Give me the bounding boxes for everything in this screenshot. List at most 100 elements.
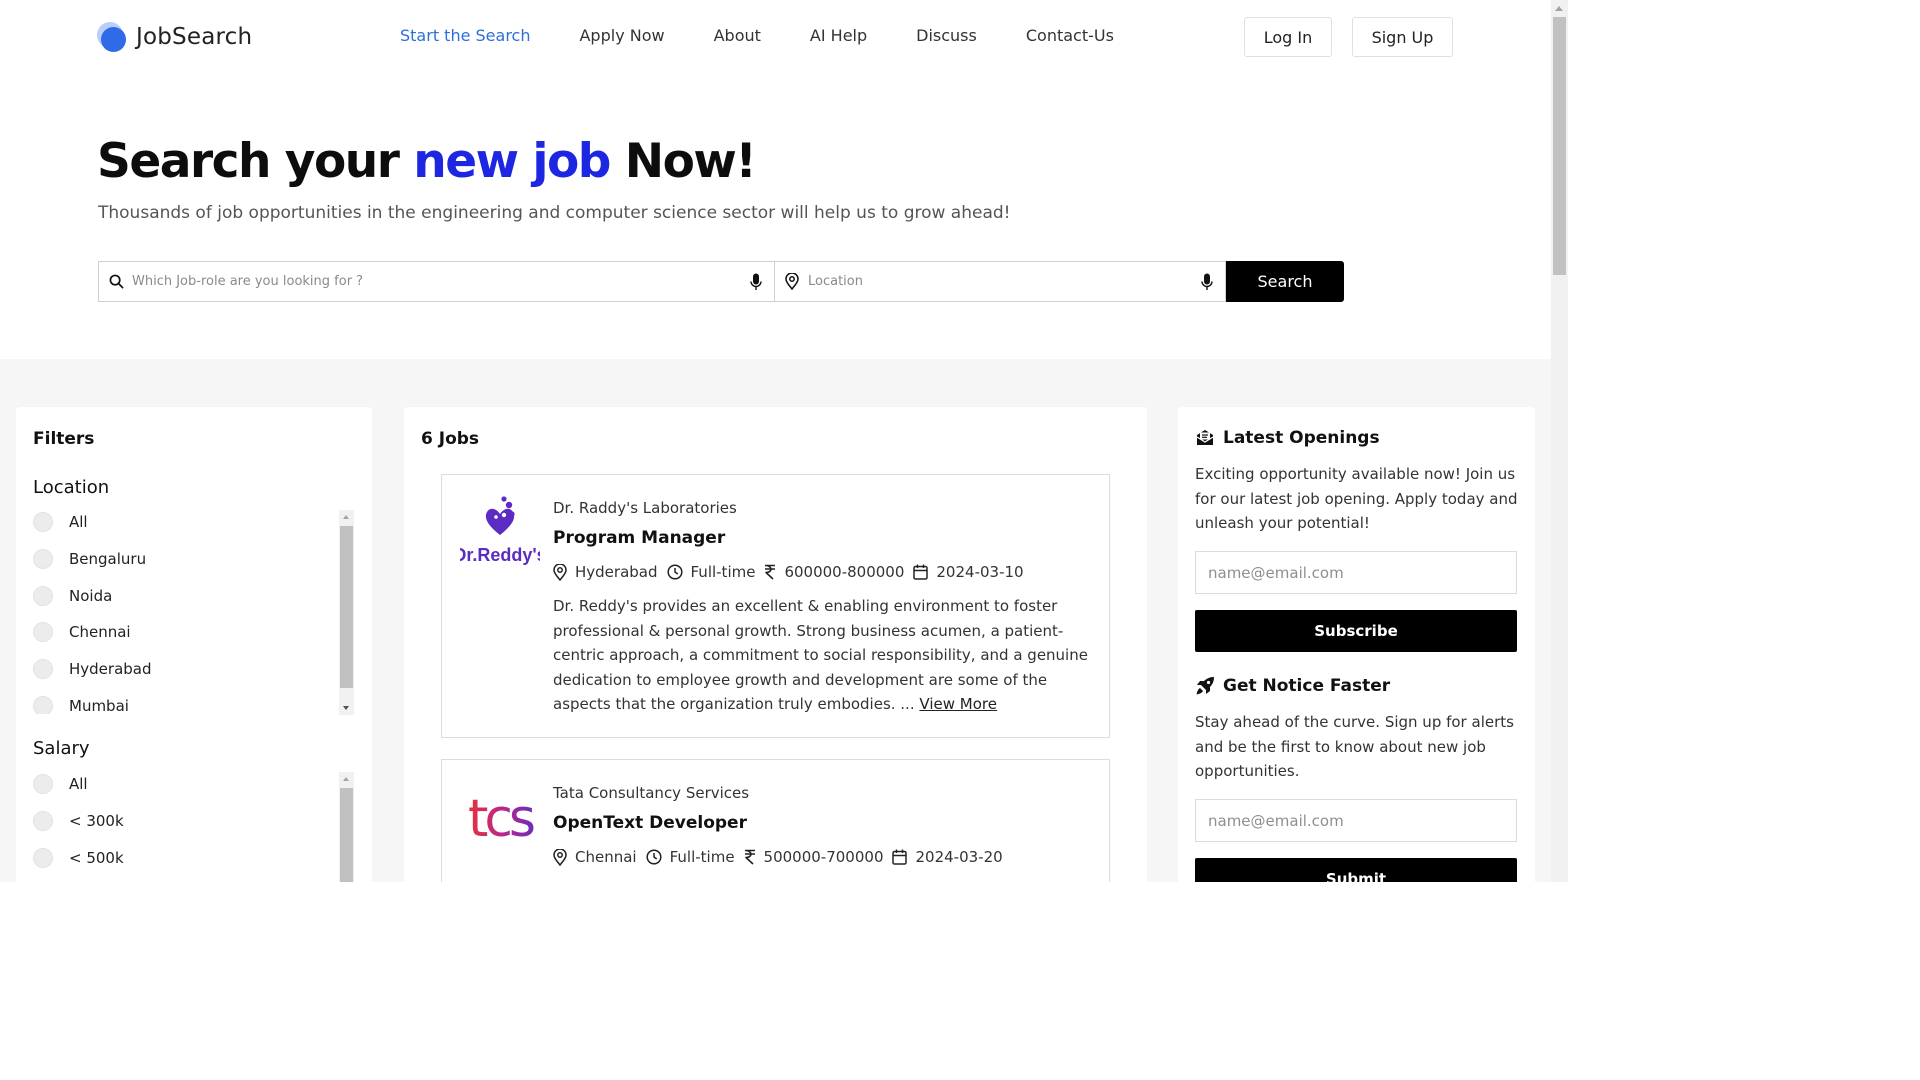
option-label: Noida: [69, 586, 113, 605]
nav-discuss[interactable]: Discuss: [916, 26, 977, 45]
location-option-mumbai[interactable]: Mumbai: [33, 694, 355, 714]
location-filter-title: Location: [33, 477, 110, 498]
location-field: [775, 261, 1226, 302]
job-date: 2024-03-10: [913, 563, 1024, 581]
brand-logo-icon: [97, 22, 127, 52]
hero-subtitle: Thousands of job opportunities in the en…: [98, 203, 1011, 223]
clock-icon: [646, 849, 662, 865]
submit-button[interactable]: Submit: [1195, 858, 1517, 882]
page-scrollbar[interactable]: [1551, 0, 1568, 882]
job-date: 2024-03-20: [892, 848, 1003, 866]
clock-icon: [666, 564, 683, 580]
filters-title: Filters: [33, 429, 95, 449]
sidebar-panel: Latest Openings Exciting opportunity ava…: [1178, 407, 1535, 882]
rupee-icon: [744, 849, 755, 865]
search-button[interactable]: Search: [1226, 261, 1344, 302]
salary-option-500k[interactable]: < 500k: [33, 846, 355, 882]
alert-email-input[interactable]: [1195, 799, 1517, 842]
job-type: Full-time: [666, 563, 755, 581]
radio-button[interactable]: [33, 622, 53, 643]
hero-title-part1: Search your: [97, 134, 414, 189]
mic-icon[interactable]: [1197, 272, 1217, 292]
option-label: < 500k: [69, 848, 124, 867]
company-name: Dr. Raddy's Laboratories: [553, 499, 737, 517]
nav-start-search[interactable]: Start the Search: [400, 26, 530, 45]
option-label: Bengaluru: [69, 549, 147, 568]
brand-name: JobSearch: [136, 24, 253, 50]
option-label: Mumbai: [69, 696, 129, 714]
radio-button[interactable]: [33, 847, 53, 868]
salary-option-all[interactable]: All: [33, 772, 355, 809]
job-role-field: [98, 261, 775, 302]
brand-logo[interactable]: JobSearch: [97, 22, 252, 52]
option-label: All: [69, 775, 88, 793]
radio-button[interactable]: [33, 512, 53, 532]
top-navbar: JobSearch Start the Search Apply Now Abo…: [0, 0, 1551, 80]
nav-apply-now[interactable]: Apply Now: [579, 26, 664, 45]
nav-contact-us[interactable]: Contact-Us: [1026, 26, 1114, 45]
subscribe-email-input[interactable]: [1195, 551, 1517, 594]
hero-title-highlight: new job: [413, 134, 611, 189]
radio-button[interactable]: [33, 810, 53, 831]
rocket-icon: [1196, 677, 1214, 695]
location-option-bengaluru[interactable]: Bengaluru: [33, 547, 355, 584]
login-button[interactable]: Log In: [1244, 17, 1332, 57]
subscribe-button[interactable]: Subscribe: [1195, 610, 1517, 652]
radio-button[interactable]: [33, 585, 53, 606]
search-bar: Search: [98, 261, 1344, 302]
option-label: Hyderabad: [69, 660, 152, 679]
latest-openings-title: Latest Openings: [1195, 428, 1380, 448]
location-input[interactable]: [800, 262, 1197, 301]
location-option-all[interactable]: All: [33, 510, 355, 547]
location-option-noida[interactable]: Noida: [33, 584, 355, 621]
salary-filter-title: Salary: [33, 738, 90, 759]
radio-button[interactable]: [33, 659, 53, 680]
jobs-count: 6 Jobs: [421, 429, 480, 449]
main-nav: Start the Search Apply Now About AI Help…: [400, 26, 1163, 45]
company-name: Tata Consultancy Services: [553, 784, 750, 802]
job-title[interactable]: Program Manager: [553, 528, 725, 548]
view-more-link[interactable]: View More: [919, 695, 997, 713]
calendar-icon: [892, 849, 908, 865]
get-notice-title: Get Notice Faster: [1195, 676, 1390, 696]
job-card[interactable]: tcs Tata Consultancy Services OpenText D…: [441, 759, 1110, 882]
salary-option-300k[interactable]: < 300k: [33, 809, 355, 846]
scrollbar-thumb[interactable]: [1553, 17, 1566, 275]
job-meta: Hyderabad Full-time 600000-800000 2024-0…: [553, 563, 1033, 581]
nav-ai-help[interactable]: AI Help: [810, 26, 867, 45]
signup-button[interactable]: Sign Up: [1352, 17, 1453, 57]
get-notice-text: Stay ahead of the curve. Sign up for ale…: [1195, 713, 1514, 780]
logo-wordmark: tcs: [468, 789, 534, 849]
salary-list-scrollbar[interactable]: [339, 772, 354, 882]
envelope-icon: [1196, 430, 1214, 445]
location-list-scrollbar[interactable]: [339, 510, 354, 715]
job-location: Chennai: [553, 848, 637, 866]
latest-openings-text: Exciting opportunity available now! Join…: [1195, 465, 1518, 532]
location-option-hyderabad[interactable]: Hyderabad: [33, 657, 355, 694]
logo-wordmark: Dr.Reddy's: [460, 545, 540, 565]
rupee-icon: [765, 564, 776, 580]
job-role-input[interactable]: [124, 262, 746, 301]
job-salary: 600000-800000: [764, 563, 904, 581]
radio-button[interactable]: [33, 774, 53, 794]
filters-panel: Filters Location All Bengaluru Noida Che…: [16, 407, 372, 882]
jobs-panel: 6 Jobs Dr.Reddy's Dr. Raddy's Laboratori…: [404, 407, 1147, 882]
location-option-chennai[interactable]: Chennai: [33, 620, 355, 657]
job-card[interactable]: Dr.Reddy's Dr. Raddy's Laboratories Prog…: [441, 474, 1110, 738]
nav-about[interactable]: About: [714, 26, 761, 45]
hero-title-part2: Now!: [609, 134, 757, 189]
job-title[interactable]: OpenText Developer: [553, 813, 747, 833]
scroll-up-arrow[interactable]: [1555, 6, 1563, 11]
calendar-icon: [913, 564, 929, 580]
location-filter-list: All Bengaluru Noida Chennai Hyderabad Mu…: [33, 510, 355, 714]
job-location: Hyderabad: [553, 563, 658, 581]
option-label: Chennai: [69, 623, 131, 642]
company-logo: Dr.Reddy's: [453, 493, 547, 573]
mic-icon[interactable]: [746, 272, 766, 292]
location-pin-icon: [553, 563, 567, 581]
radio-button[interactable]: [33, 548, 53, 569]
search-icon: [108, 274, 124, 290]
page: JobSearch Start the Search Apply Now Abo…: [0, 0, 1551, 882]
radio-button[interactable]: [33, 695, 53, 714]
job-salary: 500000-700000: [744, 848, 883, 866]
